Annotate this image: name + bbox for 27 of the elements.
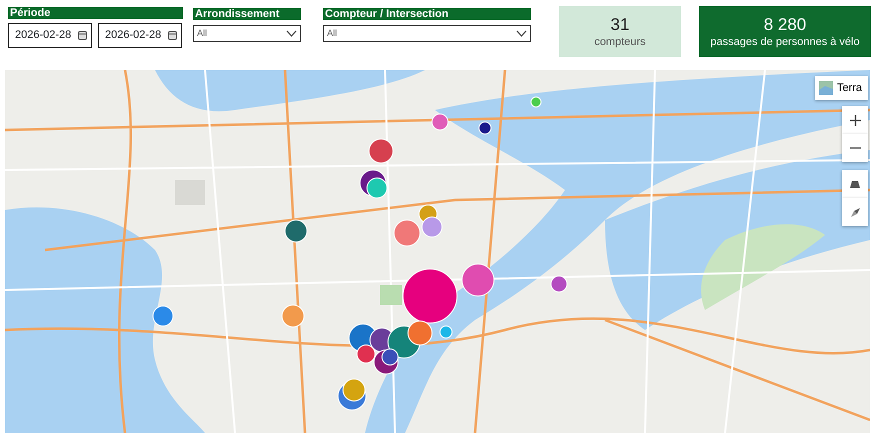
dropdown-field[interactable]: All xyxy=(323,25,531,42)
date-field[interactable]: 2026-02-28 xyxy=(98,23,182,48)
map-bubble[interactable] xyxy=(366,178,388,198)
chevron-down-icon xyxy=(516,30,527,37)
calendar-icon xyxy=(168,31,177,40)
compass-icon xyxy=(850,208,860,216)
map-thumbnail-icon xyxy=(818,81,833,95)
calendar-icon xyxy=(78,31,87,40)
minus-icon xyxy=(850,147,860,149)
kpi-caption: passages de personnes à vélo xyxy=(710,34,860,48)
filter-label: Période xyxy=(8,7,183,19)
tilt-button[interactable] xyxy=(842,170,868,198)
plus-icon xyxy=(850,114,860,126)
filter-label: Compteur / Intersection xyxy=(323,8,531,20)
chevron-down-icon xyxy=(286,30,297,37)
tilt-icon xyxy=(850,180,860,188)
map-bubble[interactable] xyxy=(382,348,398,366)
date-field[interactable]: 2026-02-28 xyxy=(8,23,92,48)
layer-button[interactable]: Terra xyxy=(814,76,868,100)
map-bubble[interactable] xyxy=(356,344,376,364)
map-bubble[interactable] xyxy=(284,220,308,242)
filter-label: Arrondissement xyxy=(193,8,301,20)
zoom-in-button[interactable] xyxy=(842,106,868,134)
dropdown-field[interactable]: All xyxy=(193,25,301,42)
kpi-value: 31 xyxy=(610,14,630,34)
kpi-value: 8 280 xyxy=(764,14,806,34)
kpi-caption: compteurs xyxy=(594,34,646,48)
